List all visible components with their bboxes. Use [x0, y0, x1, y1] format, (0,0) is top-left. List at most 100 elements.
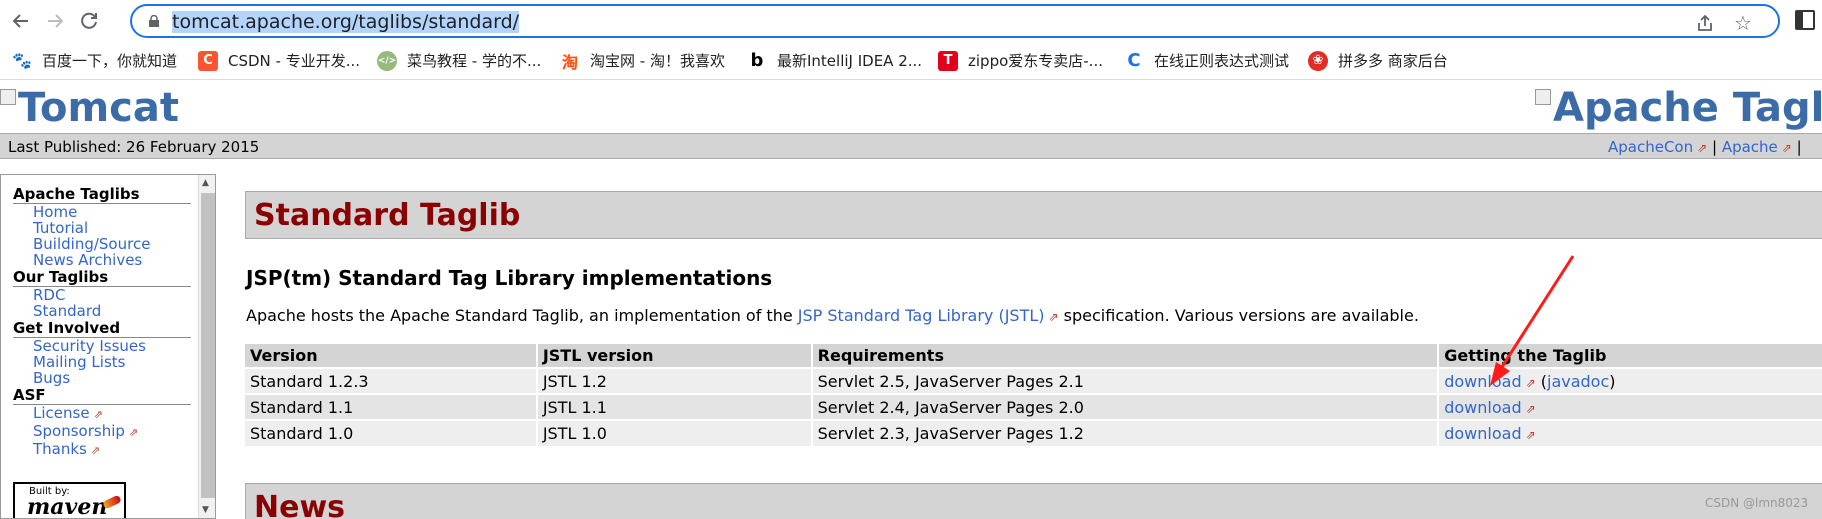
broken-image-icon [0, 89, 16, 105]
share-icon[interactable] [1692, 10, 1718, 36]
separator: | [1796, 138, 1802, 156]
section-title: Standard Taglib [254, 198, 521, 233]
news-title: News [254, 490, 346, 519]
download-link[interactable]: download [1444, 398, 1521, 417]
menu-item-tutorial[interactable]: Tutorial [13, 220, 191, 236]
side-panel-icon[interactable] [1795, 10, 1815, 30]
version-cell: Standard 1.2.3 [245, 367, 538, 394]
version-cell: Standard 1.0 [245, 419, 538, 446]
bookmark-intellij[interactable]: b 最新IntelliJ IDEA 2... [747, 50, 923, 71]
menu-scrollbar[interactable]: ▲ ▼ [198, 175, 215, 518]
javadoc-link[interactable]: javadoc [1547, 372, 1609, 391]
bookmark-zippo[interactable]: T zippo爱东专卖店-... [938, 50, 1103, 71]
download-link[interactable]: download [1444, 424, 1521, 443]
external-link-icon: ⇗ [1048, 310, 1059, 324]
scroll-down-arrow-icon[interactable]: ▼ [202, 505, 209, 515]
lock-icon[interactable] [148, 15, 160, 27]
last-published: Last Published: 26 February 2015 [8, 138, 260, 156]
address-bar[interactable]: tomcat.apache.org/taglibs/standard/ ☆ [130, 4, 1780, 38]
jstl-spec-link[interactable]: JSP Standard Tag Library (JSTL) [798, 306, 1045, 325]
menu-item-news-archives[interactable]: News Archives [13, 252, 191, 268]
column-header: Requirements [811, 344, 1440, 368]
link-apache[interactable]: Apache [1722, 138, 1778, 156]
menu-item-home[interactable]: Home [13, 204, 191, 220]
external-link-icon: ⇗ [90, 444, 101, 457]
external-link-icon: ⇗ [1525, 401, 1536, 416]
intro-text: specification. Various versions are avai… [1058, 306, 1419, 325]
bookmark-csdn[interactable]: C CSDN - 专业开发... [198, 50, 360, 71]
menu-item-license[interactable]: License ⇗ [13, 405, 191, 423]
bookmark-star-icon[interactable]: ☆ [1730, 10, 1756, 36]
jstl-cell: JSTL 1.1 [536, 393, 813, 420]
menu-item-building-source[interactable]: Building/Source [13, 236, 191, 252]
b-letter-icon: b [750, 50, 764, 71]
built-by-maven-badge[interactable]: Built by: maven [13, 482, 126, 519]
bookmark-label: 拼多多 商家后台 [1338, 52, 1448, 70]
bookmark-label: zippo爱东专卖店-... [968, 52, 1103, 70]
apache-taglibs-logo[interactable]: Apache Tagl [1535, 85, 1822, 131]
reload-icon[interactable] [74, 6, 104, 36]
bookmark-taobao[interactable]: 淘 淘宝网 - 淘！我喜欢 [560, 50, 725, 72]
tmall-icon: T [938, 50, 958, 71]
external-link-icon: ⇗ [128, 426, 139, 439]
section-header: Standard Taglib [245, 191, 1822, 239]
pinduoduo-icon: ❀ [1308, 50, 1328, 71]
bookmark-runoob[interactable]: </> 菜鸟教程 - 学的不... [377, 50, 541, 71]
column-header: Getting the Taglib [1438, 344, 1822, 368]
menu-item-security-issues[interactable]: Security Issues [13, 338, 191, 354]
menu-item-mailing-lists[interactable]: Mailing Lists [13, 354, 191, 370]
menu-item-rdc[interactable]: RDC [13, 287, 191, 303]
download-cell: download ⇗ [1438, 393, 1822, 420]
runoob-icon: </> [377, 50, 397, 71]
external-link-icon: ⇗ [1697, 141, 1708, 155]
browser-toolbar: tomcat.apache.org/taglibs/standard/ ☆ [0, 0, 1822, 42]
bookmarks-bar: 🐾 百度一下，你就知道 C CSDN - 专业开发... </> 菜鸟教程 - … [0, 42, 1822, 80]
jstl-cell: JSTL 1.0 [536, 419, 813, 446]
bookmark-regex[interactable]: C 在线正则表达式测试 [1124, 50, 1289, 71]
menu-item-thanks[interactable]: Thanks ⇗ [13, 441, 191, 459]
intro-text: Apache hosts the Apache Standard Taglib,… [246, 306, 798, 325]
intro-paragraph: Apache hosts the Apache Standard Taglib,… [246, 306, 1419, 325]
forward-arrow-icon[interactable] [40, 6, 70, 36]
tomcat-logo[interactable]: Tomcat [0, 85, 179, 131]
table-row: Standard 1.2.3 JSTL 1.2 Servlet 2.5, Jav… [245, 367, 1822, 394]
versions-table: Version JSTL version Requirements Gettin… [245, 344, 1822, 446]
menu-item-sponsorship[interactable]: Sponsorship ⇗ [13, 423, 191, 441]
bookmark-baidu[interactable]: 🐾 百度一下，你就知道 [12, 50, 177, 71]
bookmark-pinduoduo[interactable]: ❀ 拼多多 商家后台 [1308, 50, 1448, 71]
top-links: ApacheCon ⇗ | Apache ⇗ | [1608, 138, 1802, 156]
bookmark-label: 菜鸟教程 - 学的不... [407, 52, 542, 70]
download-link[interactable]: download [1444, 372, 1521, 391]
bookmark-label: 百度一下，你就知道 [42, 52, 178, 70]
web-page: Tomcat Apache Tagl Last Published: 26 Fe… [0, 81, 1822, 519]
table-row: Standard 1.1 JSTL 1.1 Servlet 2.4, JavaS… [245, 393, 1822, 420]
news-section-header: News [245, 483, 1822, 519]
bookmark-label: 淘宝网 - 淘！我喜欢 [590, 52, 725, 70]
requirements-cell: Servlet 2.4, JavaServer Pages 2.0 [811, 393, 1440, 420]
download-cell: download ⇗ [1438, 419, 1822, 446]
table-header-row: Version JSTL version Requirements Gettin… [245, 344, 1822, 368]
menu-heading: Our Taglibs [13, 268, 191, 287]
external-link-icon: ⇗ [1525, 375, 1536, 390]
c-letter-icon: C [1127, 50, 1141, 71]
badge-logo-text: maven [27, 494, 108, 519]
paren: ( [1535, 371, 1547, 391]
external-link-icon: ⇗ [1525, 428, 1536, 442]
scroll-up-arrow-icon[interactable]: ▲ [202, 178, 209, 188]
menu-item-bugs[interactable]: Bugs [13, 370, 191, 386]
requirements-cell: Servlet 2.3, JavaServer Pages 1.2 [811, 419, 1440, 446]
bookmark-label: 最新IntelliJ IDEA 2... [777, 52, 923, 70]
link-apachecon[interactable]: ApacheCon [1608, 138, 1693, 156]
url-text[interactable]: tomcat.apache.org/taglibs/standard/ [172, 11, 520, 33]
menu-item-standard[interactable]: Standard [13, 303, 191, 319]
menu-heading: Apache Taglibs [13, 185, 191, 204]
jstl-cell: JSTL 1.2 [536, 367, 813, 394]
bookmark-label: 在线正则表达式测试 [1154, 52, 1290, 70]
scrollbar-thumb[interactable] [201, 193, 215, 498]
watermark: CSDN @lmn8023 [1705, 496, 1809, 510]
back-arrow-icon[interactable] [6, 6, 36, 36]
bookmark-label: CSDN - 专业开发... [228, 52, 361, 70]
external-link-icon: ⇗ [93, 408, 103, 421]
subheading: JSP(tm) Standard Tag Library implementat… [246, 266, 773, 290]
csdn-icon: C [198, 50, 218, 71]
